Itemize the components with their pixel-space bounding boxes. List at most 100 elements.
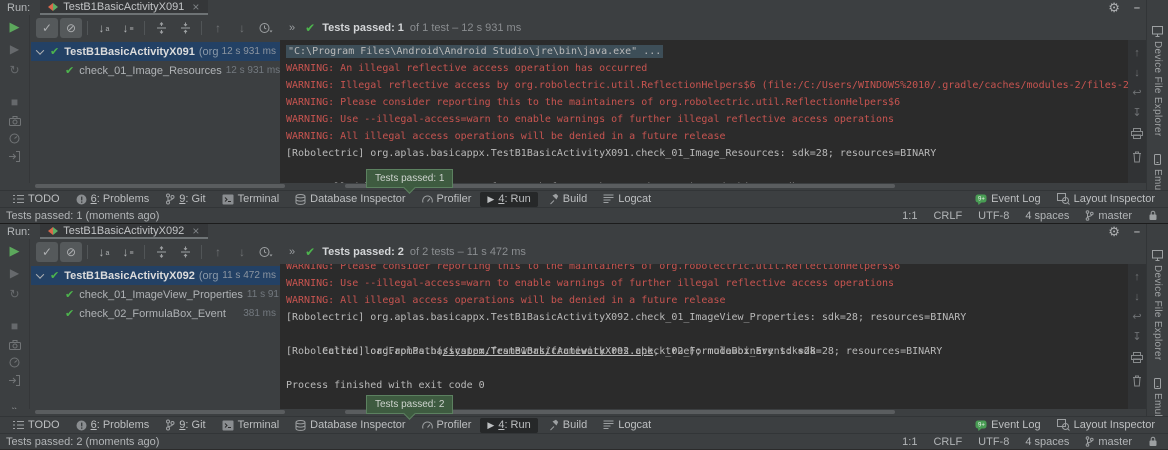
tool-button-git[interactable]: 9: Git (158, 418, 212, 433)
tool-button-todo[interactable]: TODO (6, 192, 67, 207)
profiler-settings-icon[interactable] (6, 133, 24, 144)
git-branch-widget[interactable]: master (1085, 436, 1132, 448)
caret-position[interactable]: 1:1 (902, 210, 917, 222)
rerun-play-icon[interactable]: ▶ (6, 243, 24, 259)
tool-button-run[interactable]: ▶ 4: Run (480, 192, 537, 207)
close-tab-icon[interactable]: × (192, 226, 199, 236)
test-tree-row[interactable]: ✔ check_01_Image_Resources 12 s 931 ms (31, 61, 280, 80)
sort-by-duration-icon[interactable]: ↓≡ (117, 242, 139, 262)
clear-console-trash-icon[interactable] (1132, 151, 1142, 166)
tree-hscrollbar[interactable] (35, 184, 285, 188)
test-history-clock-icon[interactable] (255, 242, 277, 262)
rerun-failed-tests-icon[interactable]: ▶ (6, 42, 24, 56)
test-tree-root-row[interactable]: ✔ TestB1BasicActivityX091 (org.aplas.t 1… (31, 42, 280, 61)
toolbar-more-icon[interactable]: » (289, 246, 295, 258)
chevron-down-icon[interactable] (36, 270, 44, 278)
line-ending[interactable]: CRLF (933, 436, 962, 448)
tree-hscrollbar[interactable] (35, 410, 285, 414)
tool-button-todo[interactable]: TODO (6, 418, 67, 433)
collapse-all-icon[interactable] (174, 242, 196, 262)
tool-button-terminal[interactable]: Terminal (215, 418, 287, 433)
git-branch-widget[interactable]: master (1085, 210, 1132, 222)
show-ignored-icon[interactable]: ⊘ (60, 242, 82, 262)
sort-by-duration-icon[interactable]: ↓≡ (117, 18, 139, 38)
layout-inspector-button[interactable]: Layout Inspector (1050, 192, 1162, 207)
import-test-results-icon[interactable] (6, 375, 24, 386)
test-history-clock-icon[interactable] (255, 18, 277, 38)
tool-button-database-inspector[interactable]: Database Inspector (288, 192, 412, 207)
lock-icon[interactable] (1148, 436, 1158, 447)
file-encoding[interactable]: UTF-8 (978, 210, 1009, 222)
settings-gear-icon[interactable]: ⚙ (1108, 225, 1120, 238)
minimize-icon[interactable]: – (1134, 226, 1140, 238)
previous-occurrence-icon[interactable]: ↑ (207, 18, 229, 38)
close-tab-icon[interactable]: × (192, 2, 199, 12)
toggle-auto-test-icon[interactable]: ↻ (6, 287, 24, 301)
test-tree-row[interactable]: ✔ check_02_FormulaBox_Event 381 ms (31, 304, 280, 323)
show-passed-icon[interactable]: ✓ (36, 18, 58, 38)
up-stacktrace-icon[interactable]: ↑ (1134, 272, 1140, 283)
toggle-auto-test-icon[interactable]: ↻ (6, 63, 24, 77)
caret-position[interactable]: 1:1 (902, 436, 917, 448)
tool-button-run[interactable]: ▶ 4: Run (480, 418, 537, 433)
tool-button-problems[interactable]: 6: Problems (69, 192, 157, 207)
run-tab[interactable]: TestB1BasicActivityX091 × (40, 0, 208, 15)
screenshot-camera-icon[interactable] (6, 340, 24, 350)
tool-button-profiler[interactable]: Profiler (415, 192, 479, 207)
lock-icon[interactable] (1148, 210, 1158, 221)
event-log-button[interactable]: 9+ Event Log (968, 418, 1048, 433)
tool-button-database-inspector[interactable]: Database Inspector (288, 418, 412, 433)
layout-inspector-button[interactable]: Layout Inspector (1050, 418, 1162, 433)
expand-all-icon[interactable] (150, 242, 172, 262)
toolbar-more-icon[interactable]: » (289, 22, 295, 34)
collapse-all-icon[interactable] (174, 18, 196, 38)
show-ignored-icon[interactable]: ⊘ (60, 18, 82, 38)
rerun-play-icon[interactable]: ▶ (6, 19, 24, 35)
print-icon[interactable] (1131, 352, 1143, 366)
print-icon[interactable] (1131, 128, 1143, 142)
test-tree-row[interactable]: ✔ check_01_ImageView_Properties 11 s 91 … (31, 285, 280, 304)
expand-all-icon[interactable] (150, 18, 172, 38)
stop-icon[interactable]: ■ (6, 319, 24, 333)
down-stacktrace-icon[interactable]: ↓ (1134, 68, 1140, 79)
stop-icon[interactable]: ■ (6, 95, 24, 109)
previous-occurrence-icon[interactable]: ↑ (207, 242, 229, 262)
rerun-failed-tests-icon[interactable]: ▶ (6, 266, 24, 280)
tool-button-profiler[interactable]: Profiler (415, 418, 479, 433)
next-occurrence-icon[interactable]: ↓ (231, 18, 253, 38)
next-occurrence-icon[interactable]: ↓ (231, 242, 253, 262)
device-file-explorer-button[interactable]: Device File Explorer (1152, 250, 1163, 360)
import-test-results-icon[interactable] (6, 151, 24, 162)
run-tab[interactable]: TestB1BasicActivityX092 × (40, 224, 208, 239)
tool-button-git[interactable]: 9: Git (158, 192, 212, 207)
chevron-down-icon[interactable] (36, 46, 44, 54)
tool-button-problems[interactable]: 6: Problems (69, 418, 157, 433)
test-tree-root-row[interactable]: ✔ TestB1BasicActivityX092 (org.aplas.t 1… (31, 266, 280, 285)
screenshot-camera-icon[interactable] (6, 116, 24, 126)
scroll-to-end-icon[interactable]: ↧ (1132, 108, 1141, 119)
scroll-to-end-icon[interactable]: ↧ (1132, 332, 1141, 343)
soft-wrap-icon[interactable]: ↩ (1132, 312, 1141, 323)
tool-button-build[interactable]: Build (540, 192, 594, 207)
settings-gear-icon[interactable]: ⚙ (1108, 1, 1120, 14)
indent-setting[interactable]: 4 spaces (1025, 210, 1069, 222)
file-encoding[interactable]: UTF-8 (978, 436, 1009, 448)
console-output[interactable]: "C:\Program Files\Android\Android Studio… (280, 40, 1128, 183)
soft-wrap-icon[interactable]: ↩ (1132, 88, 1141, 99)
indent-setting[interactable]: 4 spaces (1025, 436, 1069, 448)
up-stacktrace-icon[interactable]: ↑ (1134, 48, 1140, 59)
clear-console-trash-icon[interactable] (1132, 375, 1142, 390)
device-file-explorer-button[interactable]: Device File Explorer (1152, 26, 1163, 136)
tool-button-build[interactable]: Build (540, 418, 594, 433)
down-stacktrace-icon[interactable]: ↓ (1134, 292, 1140, 303)
sort-alphabetically-icon[interactable]: ↓a (93, 18, 115, 38)
event-log-button[interactable]: 9+ Event Log (968, 192, 1048, 207)
tool-button-terminal[interactable]: Terminal (215, 192, 287, 207)
line-ending[interactable]: CRLF (933, 210, 962, 222)
console-output[interactable]: WARNING: Please consider reporting this … (280, 264, 1128, 409)
minimize-icon[interactable]: – (1134, 2, 1140, 14)
tool-button-logcat[interactable]: Logcat (596, 418, 658, 433)
show-passed-icon[interactable]: ✓ (36, 242, 58, 262)
profiler-settings-icon[interactable] (6, 357, 24, 368)
tool-button-logcat[interactable]: Logcat (596, 192, 658, 207)
